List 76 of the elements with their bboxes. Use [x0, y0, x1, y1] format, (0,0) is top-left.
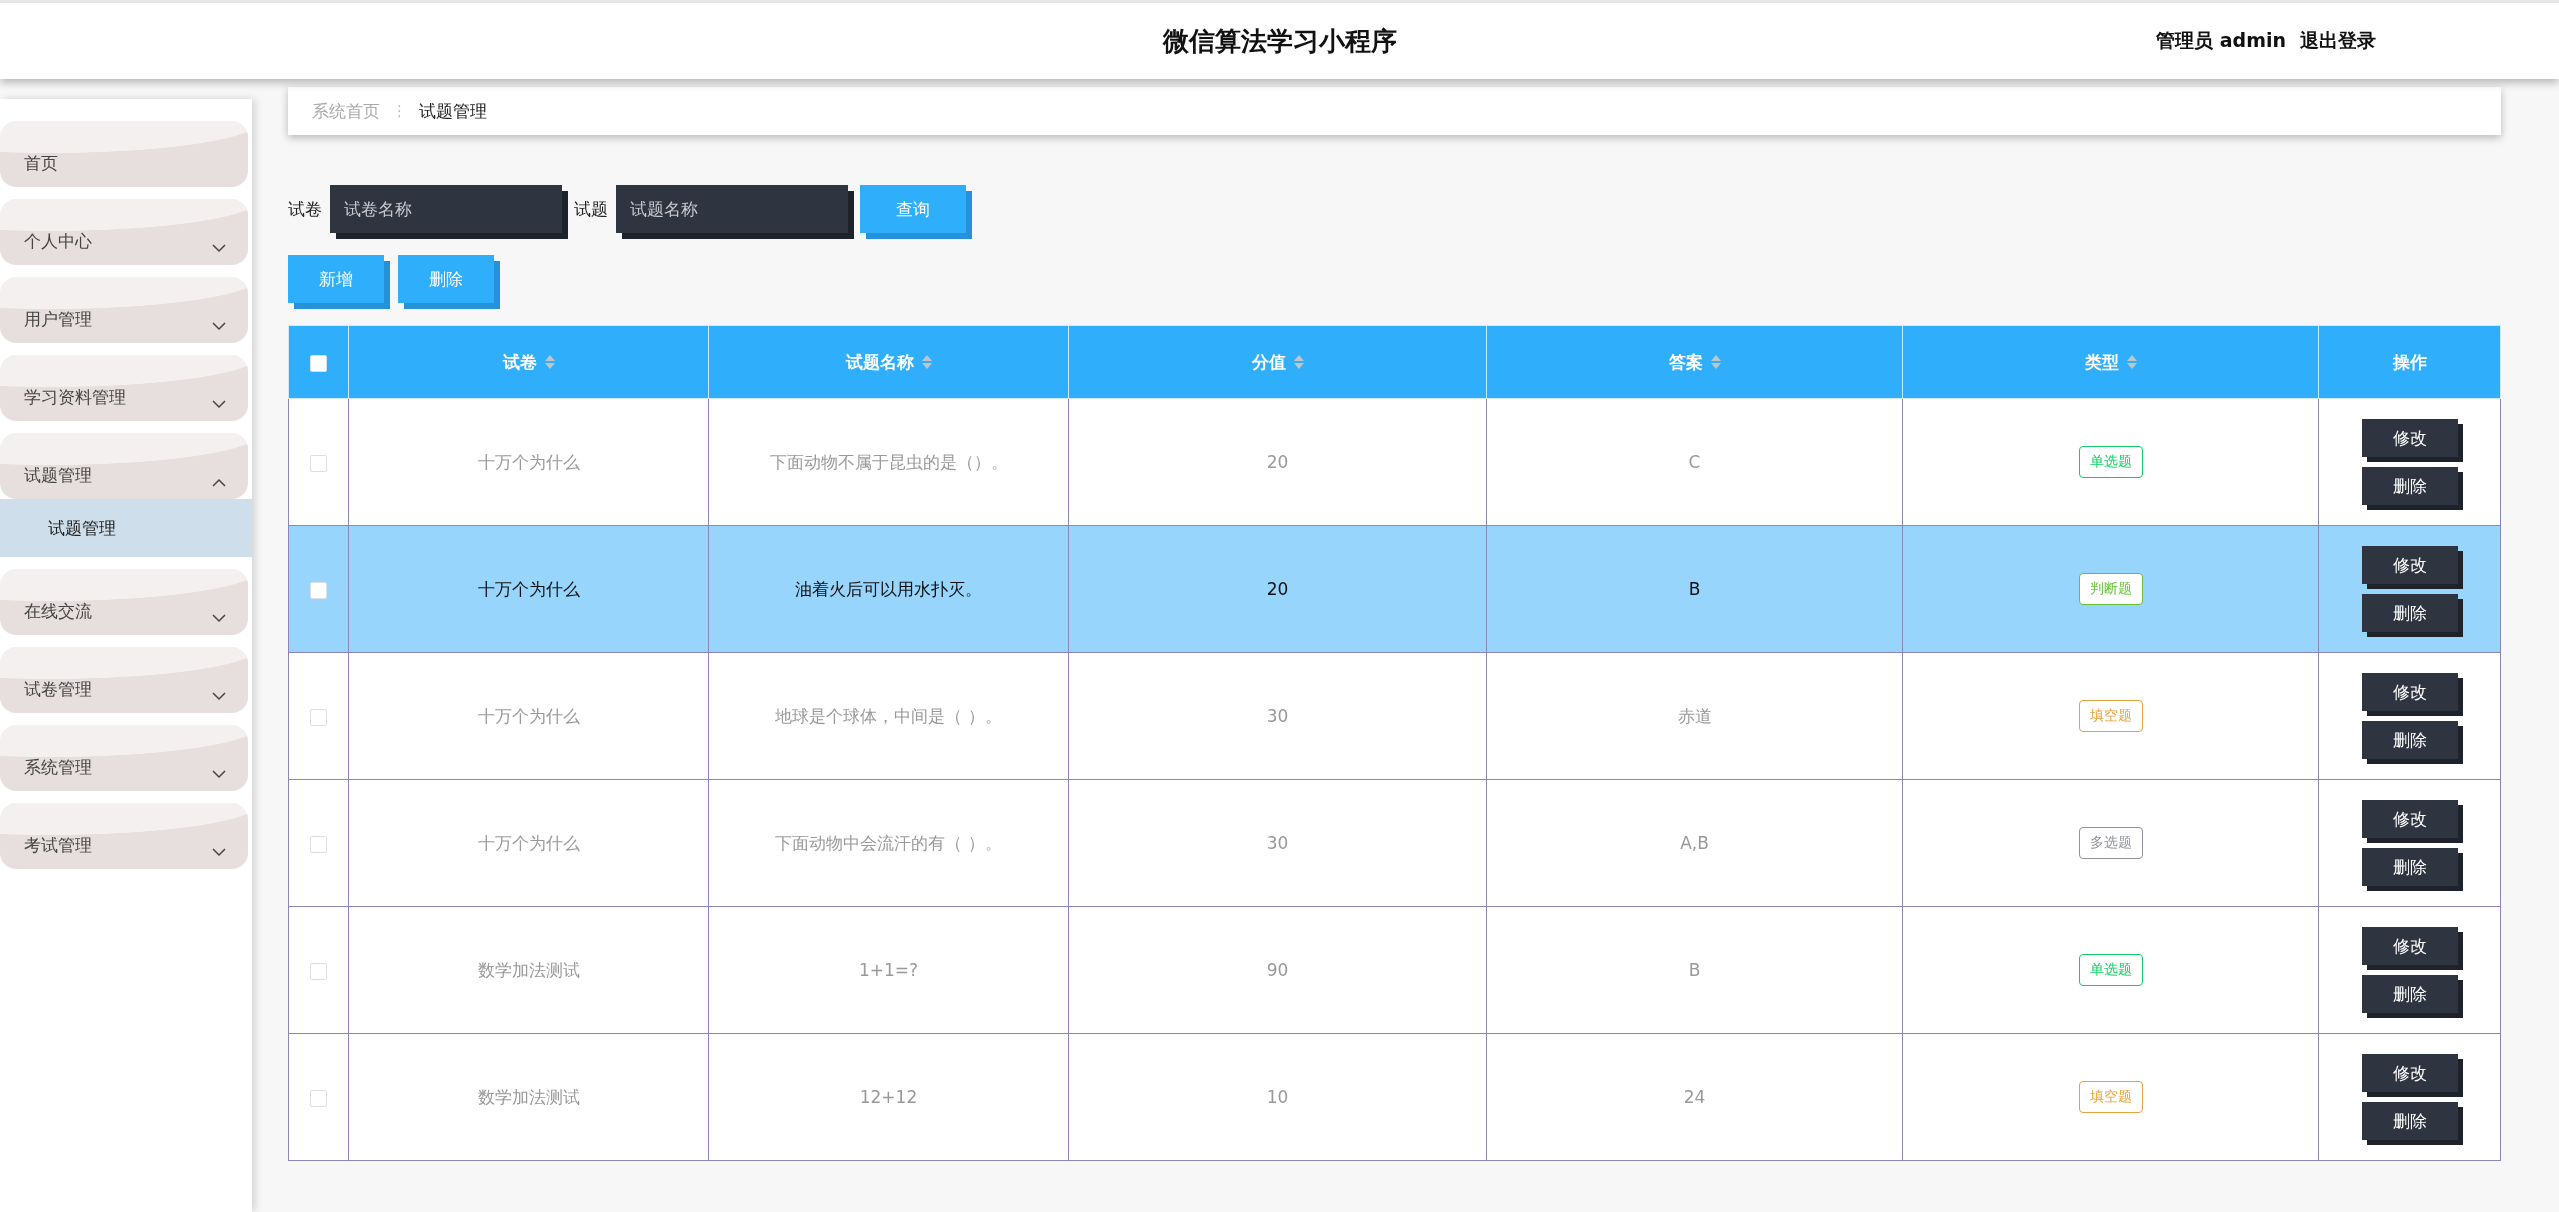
- table-cell: C: [1688, 452, 1701, 472]
- table-cell: 赤道: [1677, 705, 1712, 726]
- sidebar-item[interactable]: 考试管理: [0, 803, 248, 869]
- field-label: 试题: [574, 197, 608, 221]
- table-cell: 30: [1266, 833, 1289, 853]
- table-cell: 下面动物中会流汗的有（ ）。: [775, 832, 1002, 853]
- table-cell: 数学加法测试: [477, 959, 580, 980]
- select-all-checkbox[interactable]: [310, 354, 327, 372]
- chevron-up-icon: [212, 478, 226, 487]
- sort-icon[interactable]: [921, 355, 932, 369]
- separator-icon: ⋮: [392, 102, 407, 120]
- app-title: 微信算法学习小程序: [1162, 25, 1397, 56]
- type-tag: 多选题: [2078, 827, 2143, 859]
- type-tag: 填空题: [2078, 1081, 2143, 1113]
- table-cell: 油着火后可以用水扑灭。: [795, 578, 982, 599]
- logout-link[interactable]: 退出登录: [2300, 28, 2376, 54]
- table-cell: 12+12: [859, 1087, 918, 1107]
- sort-icon[interactable]: [1293, 355, 1304, 369]
- sidebar-item[interactable]: 首页: [0, 121, 248, 187]
- table-row[interactable]: 十万个为什么 地球是个球体，中间是（ ）。 30 赤道 填空题 修改 删除: [288, 652, 2501, 780]
- table-cell: 1+1=?: [858, 960, 919, 980]
- user-label: 管理员 admin: [2156, 28, 2286, 53]
- table-cell: 下面动物不属于昆虫的是（）。: [769, 451, 1008, 472]
- table-cell: 20: [1266, 579, 1289, 599]
- row-checkbox[interactable]: [310, 708, 327, 726]
- column-header: 操作: [2392, 350, 2427, 374]
- table-cell: 十万个为什么: [477, 451, 580, 472]
- chevron-down-icon: [212, 244, 226, 253]
- table-cell: 十万个为什么: [477, 578, 580, 599]
- sort-icon[interactable]: [544, 355, 555, 369]
- sidebar-item[interactable]: 个人中心: [0, 199, 248, 265]
- sidebar-item[interactable]: 学习资料管理: [0, 355, 248, 421]
- table-cell: 24: [1683, 1087, 1706, 1107]
- sidebar-item[interactable]: 用户管理: [0, 277, 248, 343]
- sidebar-subitem[interactable]: 试题管理: [0, 499, 252, 557]
- sidebar-item[interactable]: 试卷管理: [0, 647, 248, 713]
- chevron-down-icon: [212, 848, 226, 857]
- row-checkbox[interactable]: [310, 835, 327, 853]
- type-tag: 填空题: [2078, 700, 2143, 732]
- table-cell: 90: [1266, 960, 1289, 980]
- table-cell: 数学加法测试: [477, 1086, 580, 1107]
- table-row[interactable]: 十万个为什么 下面动物中会流汗的有（ ）。 30 A,B 多选题 修改 删除: [288, 779, 2501, 907]
- table-cell: 30: [1266, 706, 1289, 726]
- table-cell: 地球是个球体，中间是（ ）。: [775, 705, 1002, 726]
- breadcrumb-link[interactable]: 试题管理: [419, 99, 487, 123]
- sort-icon[interactable]: [2126, 355, 2137, 369]
- table-row[interactable]: 数学加法测试 1+1=? 90 B 单选题 修改 删除: [288, 906, 2501, 1034]
- chevron-down-icon: [212, 692, 226, 701]
- table-row[interactable]: 数学加法测试 12+12 10 24 填空题 修改 删除: [288, 1033, 2501, 1161]
- sidebar-item[interactable]: 试题管理: [0, 433, 248, 499]
- chevron-down-icon: [212, 400, 226, 409]
- search-field[interactable]: 试卷名称: [330, 185, 562, 233]
- chevron-down-icon: [212, 322, 226, 331]
- table-row[interactable]: 十万个为什么 下面动物不属于昆虫的是（）。 20 C 单选题 修改 删除: [288, 398, 2501, 526]
- table-cell: B: [1688, 579, 1701, 599]
- chevron-down-icon: [212, 770, 226, 779]
- search-field[interactable]: 试题名称: [616, 185, 848, 233]
- table-cell: A,B: [1680, 833, 1709, 853]
- type-tag: 判断题: [2078, 573, 2143, 605]
- table-row[interactable]: 十万个为什么 油着火后可以用水扑灭。 20 B 判断题 修改 删除: [288, 525, 2501, 653]
- table-cell: 十万个为什么: [477, 832, 580, 853]
- type-tag: 单选题: [2078, 446, 2143, 478]
- type-tag: 单选题: [2078, 954, 2143, 986]
- sort-icon[interactable]: [1710, 355, 1721, 369]
- sidebar-item[interactable]: 系统管理: [0, 725, 248, 791]
- row-checkbox[interactable]: [310, 1089, 327, 1107]
- field-label: 试卷: [288, 197, 322, 221]
- row-checkbox[interactable]: [310, 962, 327, 980]
- table-cell: B: [1688, 960, 1701, 980]
- row-checkbox[interactable]: [310, 581, 327, 599]
- chevron-down-icon: [212, 614, 226, 623]
- sidebar-item[interactable]: 在线交流: [0, 569, 248, 635]
- row-checkbox[interactable]: [310, 454, 327, 472]
- table-cell: 20: [1266, 452, 1289, 472]
- table-cell: 十万个为什么: [477, 705, 580, 726]
- table-cell: 10: [1266, 1087, 1289, 1107]
